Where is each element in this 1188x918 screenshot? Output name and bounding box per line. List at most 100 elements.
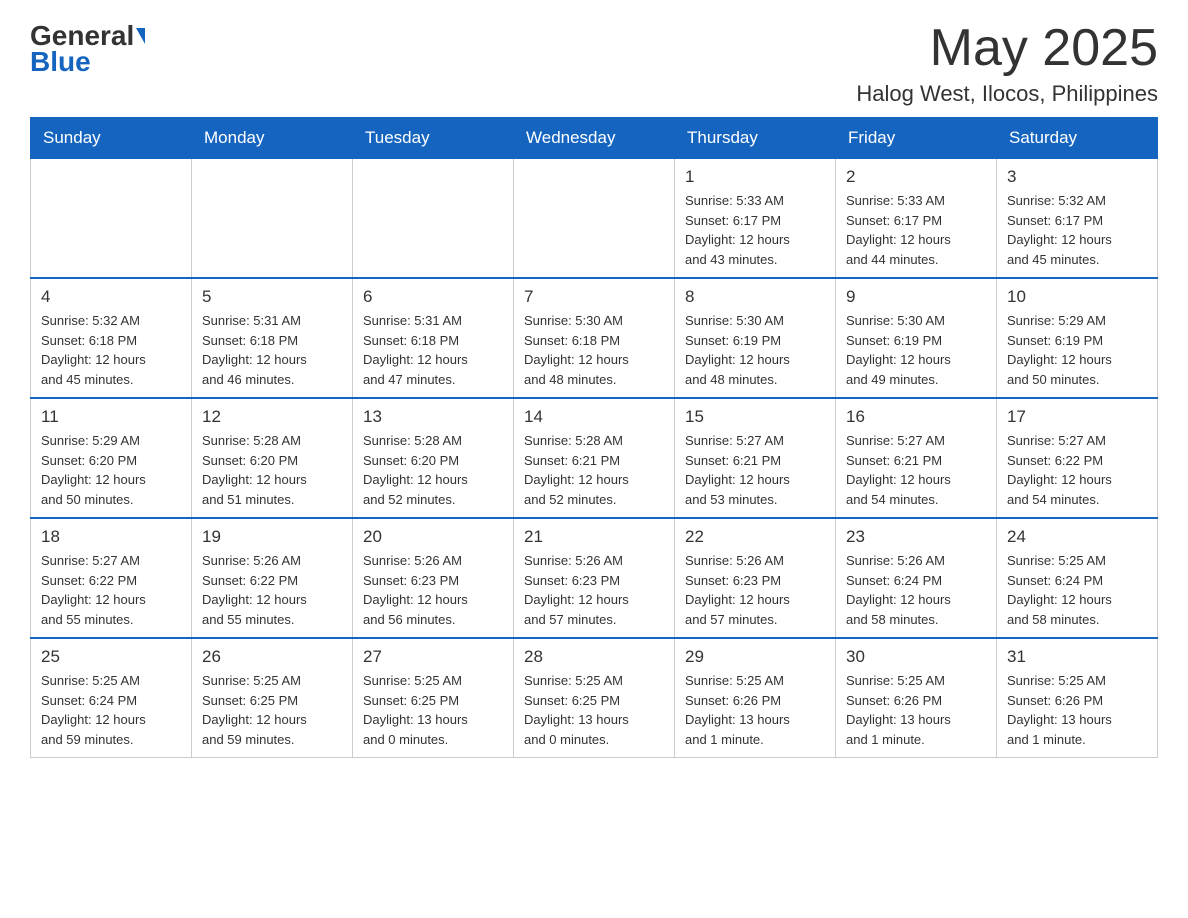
calendar-day-cell: 16 Sunrise: 5:27 AM Sunset: 6:21 PM Dayli…: [836, 398, 997, 518]
weekday-header-wednesday: Wednesday: [514, 118, 675, 159]
calendar-day-cell: 13 Sunrise: 5:28 AM Sunset: 6:20 PM Dayli…: [353, 398, 514, 518]
day-info: Sunrise: 5:31 AM Sunset: 6:18 PM Dayligh…: [363, 311, 503, 389]
day-number: 2: [846, 167, 986, 187]
day-info: Sunrise: 5:28 AM Sunset: 6:21 PM Dayligh…: [524, 431, 664, 509]
calendar-day-cell: 2Sunrise: 5:33 AM Sunset: 6:17 PM Daylig…: [836, 159, 997, 279]
weekday-header-friday: Friday: [836, 118, 997, 159]
day-info: Sunrise: 5:29 AM Sunset: 6:19 PM Dayligh…: [1007, 311, 1147, 389]
calendar-day-cell: 18 Sunrise: 5:27 AM Sunset: 6:22 PM Dayli…: [31, 518, 192, 638]
page-header: General Blue May 2025 Halog West, Ilocos…: [30, 20, 1158, 107]
calendar-day-cell: 20Sunrise: 5:26 AM Sunset: 6:23 PM Dayli…: [353, 518, 514, 638]
day-number: 15: [685, 407, 825, 427]
calendar-day-cell: 31Sunrise: 5:25 AM Sunset: 6:26 PM Dayli…: [997, 638, 1158, 758]
month-year-title: May 2025: [856, 20, 1158, 77]
location-subtitle: Halog West, Ilocos, Philippines: [856, 81, 1158, 107]
logo: General Blue: [30, 20, 145, 78]
calendar-day-cell: 24 Sunrise: 5:25 AM Sunset: 6:24 PM Dayli…: [997, 518, 1158, 638]
day-info: Sunrise: 5:27 AM Sunset: 6:21 PM Dayligh…: [846, 431, 986, 509]
weekday-header-monday: Monday: [192, 118, 353, 159]
calendar-day-cell: 30 Sunrise: 5:25 AM Sunset: 6:26 PM Dayli…: [836, 638, 997, 758]
calendar-day-cell: 14 Sunrise: 5:28 AM Sunset: 6:21 PM Dayli…: [514, 398, 675, 518]
calendar-day-cell: 22Sunrise: 5:26 AM Sunset: 6:23 PM Dayli…: [675, 518, 836, 638]
day-number: 4: [41, 287, 181, 307]
day-number: 18: [41, 527, 181, 547]
day-number: 8: [685, 287, 825, 307]
day-number: 14: [524, 407, 664, 427]
calendar-day-cell: 21Sunrise: 5:26 AM Sunset: 6:23 PM Dayli…: [514, 518, 675, 638]
calendar-week-row: 25Sunrise: 5:25 AM Sunset: 6:24 PM Dayli…: [31, 638, 1158, 758]
calendar-day-cell: 19 Sunrise: 5:26 AM Sunset: 6:22 PM Dayli…: [192, 518, 353, 638]
calendar-week-row: 18 Sunrise: 5:27 AM Sunset: 6:22 PM Dayli…: [31, 518, 1158, 638]
day-info: Sunrise: 5:31 AM Sunset: 6:18 PM Dayligh…: [202, 311, 342, 389]
day-info: Sunrise: 5:32 AM Sunset: 6:17 PM Dayligh…: [1007, 191, 1147, 269]
calendar-day-cell: 17 Sunrise: 5:27 AM Sunset: 6:22 PM Dayli…: [997, 398, 1158, 518]
day-number: 3: [1007, 167, 1147, 187]
day-info: Sunrise: 5:29 AM Sunset: 6:20 PM Dayligh…: [41, 431, 181, 509]
day-number: 6: [363, 287, 503, 307]
day-number: 16: [846, 407, 986, 427]
day-number: 22: [685, 527, 825, 547]
day-info: Sunrise: 5:26 AM Sunset: 6:22 PM Dayligh…: [202, 551, 342, 629]
calendar-day-cell: 8 Sunrise: 5:30 AM Sunset: 6:19 PM Daylig…: [675, 278, 836, 398]
calendar-day-cell: 28Sunrise: 5:25 AM Sunset: 6:25 PM Dayli…: [514, 638, 675, 758]
logo-blue: Blue: [30, 46, 91, 78]
day-number: 7: [524, 287, 664, 307]
day-info: Sunrise: 5:30 AM Sunset: 6:19 PM Dayligh…: [685, 311, 825, 389]
calendar-day-cell: 5 Sunrise: 5:31 AM Sunset: 6:18 PM Daylig…: [192, 278, 353, 398]
calendar-day-cell: [353, 159, 514, 279]
calendar-day-cell: [31, 159, 192, 279]
day-number: 5: [202, 287, 342, 307]
calendar-day-cell: 4Sunrise: 5:32 AM Sunset: 6:18 PM Daylig…: [31, 278, 192, 398]
day-info: Sunrise: 5:33 AM Sunset: 6:17 PM Dayligh…: [685, 191, 825, 269]
calendar-day-cell: 15 Sunrise: 5:27 AM Sunset: 6:21 PM Dayli…: [675, 398, 836, 518]
day-number: 21: [524, 527, 664, 547]
day-info: Sunrise: 5:27 AM Sunset: 6:22 PM Dayligh…: [1007, 431, 1147, 509]
calendar-day-cell: 26Sunrise: 5:25 AM Sunset: 6:25 PM Dayli…: [192, 638, 353, 758]
day-info: Sunrise: 5:26 AM Sunset: 6:24 PM Dayligh…: [846, 551, 986, 629]
day-info: Sunrise: 5:28 AM Sunset: 6:20 PM Dayligh…: [363, 431, 503, 509]
weekday-header-sunday: Sunday: [31, 118, 192, 159]
day-number: 9: [846, 287, 986, 307]
day-number: 1: [685, 167, 825, 187]
day-info: Sunrise: 5:25 AM Sunset: 6:25 PM Dayligh…: [524, 671, 664, 749]
day-info: Sunrise: 5:25 AM Sunset: 6:26 PM Dayligh…: [846, 671, 986, 749]
day-info: Sunrise: 5:25 AM Sunset: 6:24 PM Dayligh…: [1007, 551, 1147, 629]
calendar-day-cell: 29Sunrise: 5:25 AM Sunset: 6:26 PM Dayli…: [675, 638, 836, 758]
day-info: Sunrise: 5:28 AM Sunset: 6:20 PM Dayligh…: [202, 431, 342, 509]
day-info: Sunrise: 5:30 AM Sunset: 6:18 PM Dayligh…: [524, 311, 664, 389]
day-info: Sunrise: 5:27 AM Sunset: 6:22 PM Dayligh…: [41, 551, 181, 629]
day-number: 25: [41, 647, 181, 667]
day-number: 12: [202, 407, 342, 427]
calendar-day-cell: 6 Sunrise: 5:31 AM Sunset: 6:18 PM Daylig…: [353, 278, 514, 398]
day-info: Sunrise: 5:25 AM Sunset: 6:25 PM Dayligh…: [202, 671, 342, 749]
day-number: 23: [846, 527, 986, 547]
logo-triangle-icon: [136, 28, 145, 44]
calendar-day-cell: 12 Sunrise: 5:28 AM Sunset: 6:20 PM Dayli…: [192, 398, 353, 518]
calendar-day-cell: 10 Sunrise: 5:29 AM Sunset: 6:19 PM Dayli…: [997, 278, 1158, 398]
day-info: Sunrise: 5:25 AM Sunset: 6:26 PM Dayligh…: [1007, 671, 1147, 749]
calendar-day-cell: 9Sunrise: 5:30 AM Sunset: 6:19 PM Daylig…: [836, 278, 997, 398]
calendar-day-cell: [514, 159, 675, 279]
day-number: 30: [846, 647, 986, 667]
weekday-header-thursday: Thursday: [675, 118, 836, 159]
calendar-table: SundayMondayTuesdayWednesdayThursdayFrid…: [30, 117, 1158, 758]
calendar-week-row: 1 Sunrise: 5:33 AM Sunset: 6:17 PM Daylig…: [31, 159, 1158, 279]
weekday-header-tuesday: Tuesday: [353, 118, 514, 159]
calendar-day-cell: 1 Sunrise: 5:33 AM Sunset: 6:17 PM Daylig…: [675, 159, 836, 279]
calendar-week-row: 11 Sunrise: 5:29 AM Sunset: 6:20 PM Dayli…: [31, 398, 1158, 518]
weekday-header-saturday: Saturday: [997, 118, 1158, 159]
day-number: 10: [1007, 287, 1147, 307]
day-number: 24: [1007, 527, 1147, 547]
day-info: Sunrise: 5:26 AM Sunset: 6:23 PM Dayligh…: [363, 551, 503, 629]
day-info: Sunrise: 5:27 AM Sunset: 6:21 PM Dayligh…: [685, 431, 825, 509]
day-number: 27: [363, 647, 503, 667]
day-number: 17: [1007, 407, 1147, 427]
calendar-day-cell: 11 Sunrise: 5:29 AM Sunset: 6:20 PM Dayli…: [31, 398, 192, 518]
day-number: 13: [363, 407, 503, 427]
calendar-day-cell: 25Sunrise: 5:25 AM Sunset: 6:24 PM Dayli…: [31, 638, 192, 758]
calendar-week-row: 4Sunrise: 5:32 AM Sunset: 6:18 PM Daylig…: [31, 278, 1158, 398]
day-info: Sunrise: 5:25 AM Sunset: 6:26 PM Dayligh…: [685, 671, 825, 749]
day-number: 19: [202, 527, 342, 547]
day-number: 11: [41, 407, 181, 427]
weekday-header-row: SundayMondayTuesdayWednesdayThursdayFrid…: [31, 118, 1158, 159]
